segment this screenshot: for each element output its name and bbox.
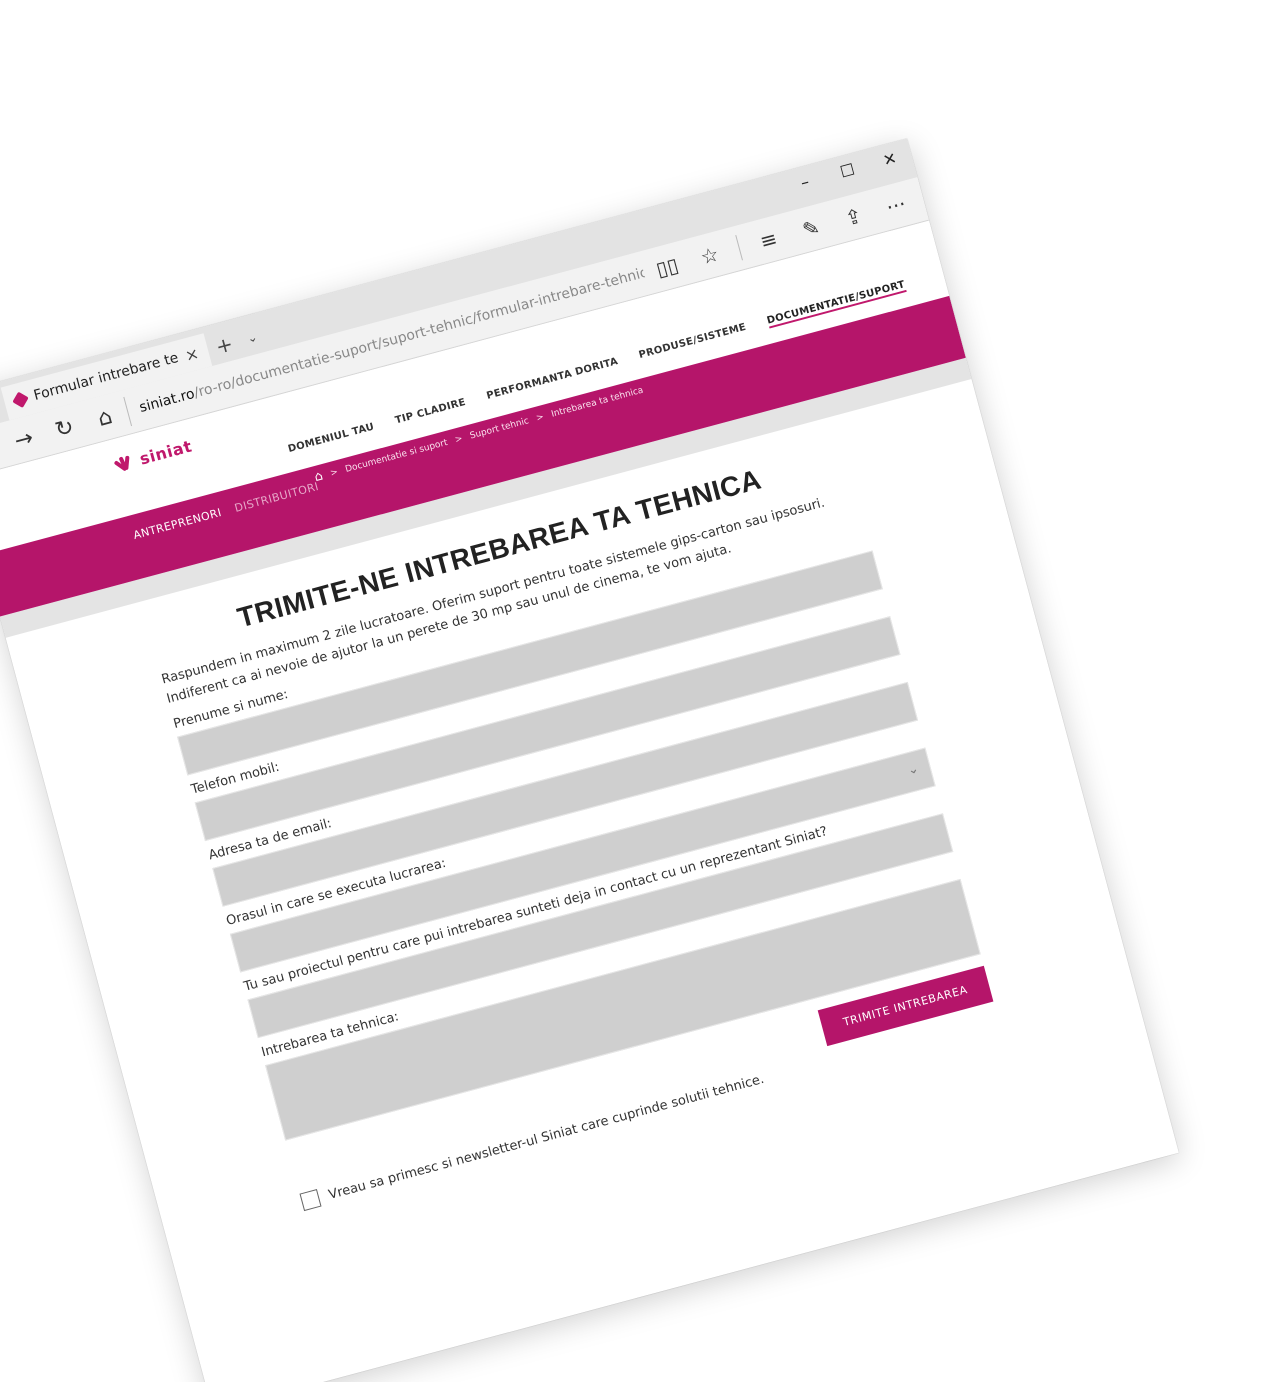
audience-antreprenori[interactable]: ANTREPRENORI — [132, 506, 223, 542]
breadcrumb-separator: > — [453, 433, 464, 446]
close-window-button[interactable]: ✕ — [865, 138, 915, 178]
logo-text: siniat — [137, 435, 194, 469]
reading-view-icon[interactable]: ▯▯ — [643, 243, 691, 290]
audience-distribuitori[interactable]: DISTRIBUITORI — [233, 480, 320, 515]
share-icon[interactable]: ⇪ — [829, 193, 877, 240]
breadcrumb-separator: > — [329, 466, 340, 479]
minimize-button[interactable]: – — [780, 161, 830, 201]
toolbar-divider — [735, 234, 743, 261]
siniat-favicon-icon — [12, 391, 29, 409]
forward-button[interactable]: → — [1, 416, 48, 463]
refresh-button[interactable]: ↻ — [41, 405, 88, 452]
hub-icon[interactable]: ≡ — [744, 216, 792, 263]
siniat-logo-mark-icon — [112, 451, 136, 475]
favorite-star-icon[interactable]: ☆ — [685, 232, 733, 279]
screenshot-stage: ▣ ⧉ Formular intrebare tehn × + ⌄ – ☐ ✕ … — [0, 0, 1275, 1382]
siniat-logo[interactable]: siniat — [112, 436, 194, 476]
nav-item-domeniul-tau[interactable]: DOMENIUL TAU — [287, 421, 376, 457]
home-button[interactable]: ⌂ — [82, 394, 129, 441]
more-actions-icon[interactable]: ··· — [872, 182, 920, 229]
newsletter-checkbox[interactable] — [299, 1189, 322, 1212]
maximize-button[interactable]: ☐ — [822, 150, 872, 190]
nav-item-tip-cladire[interactable]: TIP CLADIRE — [394, 397, 468, 428]
breadcrumb-separator: > — [535, 411, 545, 424]
url-host: siniat.ro — [137, 385, 197, 416]
browser-window: ▣ ⧉ Formular intrebare tehn × + ⌄ – ☐ ✕ … — [0, 138, 1179, 1382]
web-note-icon[interactable]: ✎ — [787, 205, 835, 252]
tab-close-icon[interactable]: × — [183, 343, 201, 365]
